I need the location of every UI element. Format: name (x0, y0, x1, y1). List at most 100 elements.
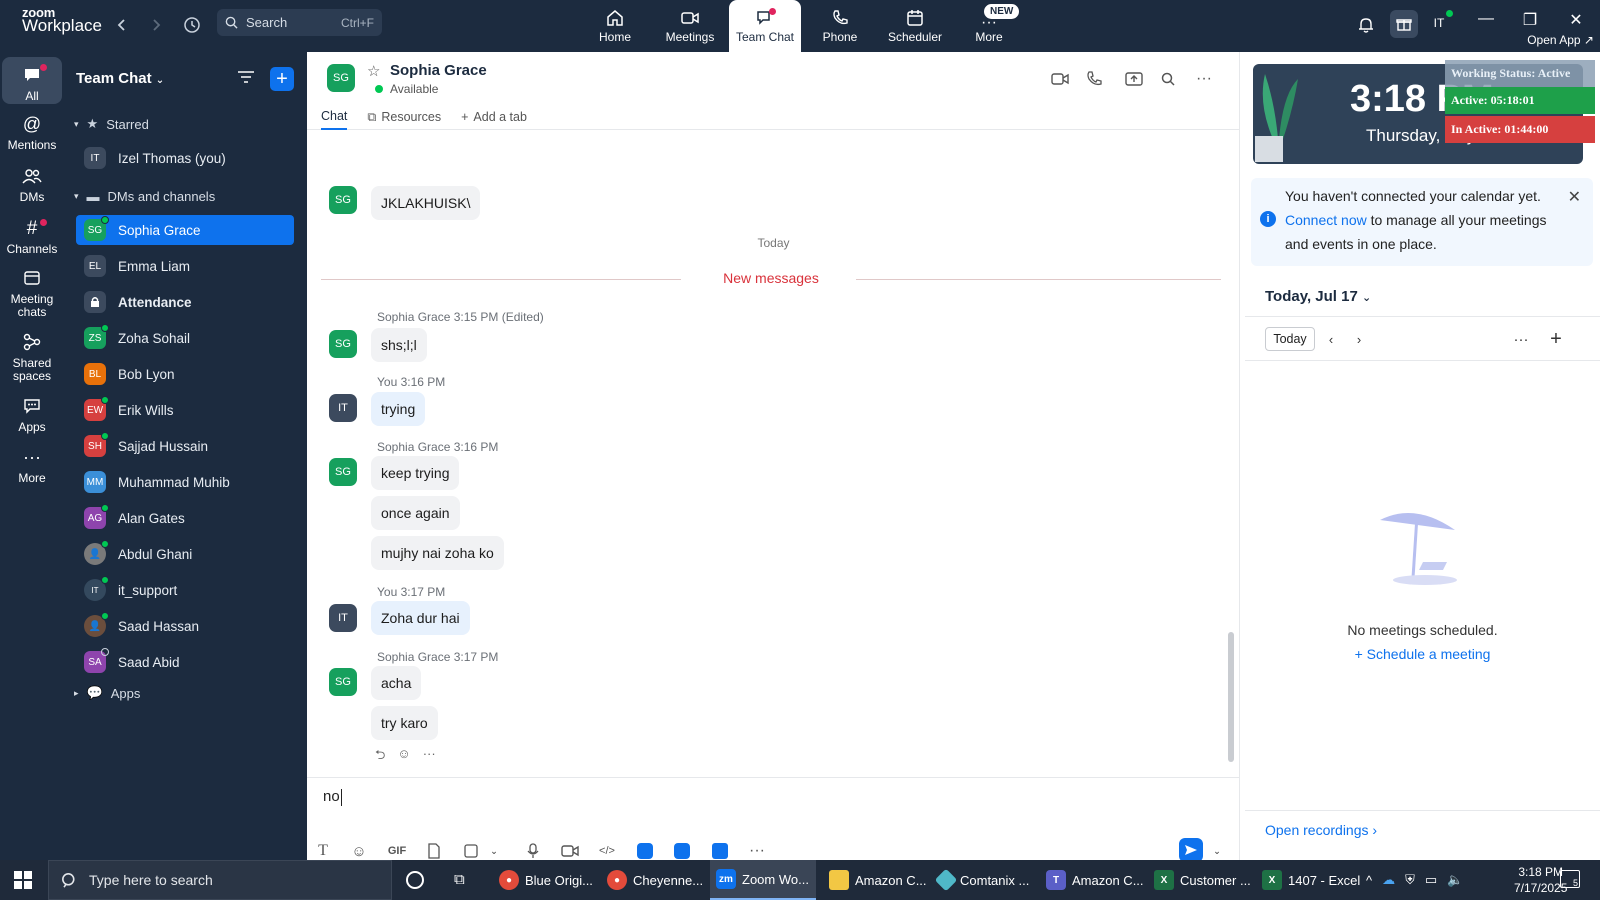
add-event-icon[interactable]: + (1545, 327, 1567, 351)
sidebar-item-saad-hassan[interactable]: 👤 Saad Hassan (76, 611, 294, 641)
open-app-button[interactable]: Open App ↗ (1445, 28, 1600, 52)
volume-icon[interactable]: 🔈 (1447, 872, 1463, 888)
new-chat-button[interactable]: + (270, 67, 294, 91)
sidebar-item-izel-thomas[interactable]: IT Izel Thomas (you) (76, 143, 294, 173)
avatar[interactable]: IT (329, 394, 357, 422)
emoji-icon[interactable]: ☺ (348, 840, 370, 862)
code-snippet-icon[interactable]: </> (596, 840, 618, 862)
search-input[interactable]: Search Ctrl+F (217, 9, 382, 36)
more-tools-icon[interactable]: ··· (746, 840, 768, 862)
nav-home[interactable]: Home (579, 0, 651, 52)
tab-add[interactable]: + Add a tab (461, 104, 527, 130)
chevron-down-icon[interactable]: ⌄ (483, 840, 505, 862)
sidebar-item-abdul-ghani[interactable]: 👤 Abdul Ghani (76, 539, 294, 569)
nav-team-chat[interactable]: Team Chat (729, 0, 801, 52)
tab-chat[interactable]: Chat (321, 104, 348, 130)
video-call-icon[interactable] (1049, 68, 1071, 90)
screenshot-icon[interactable] (460, 840, 482, 862)
message-bubble[interactable]: acha (371, 666, 422, 700)
nav-phone[interactable]: Phone (804, 0, 876, 52)
reply-icon[interactable]: ⮌ (375, 746, 385, 768)
notifications-icon[interactable]: 5 (1560, 870, 1580, 888)
schedule-meeting-link[interactable]: + Schedule a meeting (1245, 646, 1600, 662)
rail-mentions[interactable]: @ Mentions (2, 112, 62, 152)
send-options-chevron-icon[interactable]: ⌄ (1206, 840, 1228, 862)
message-bubble[interactable]: keep trying (371, 456, 460, 490)
nav-scheduler[interactable]: Scheduler (879, 0, 951, 52)
taskbar-app-chrome-1[interactable]: ● Blue Origi... (493, 860, 599, 900)
close-icon[interactable]: ✕ (1568, 186, 1581, 210)
video-message-icon[interactable] (559, 840, 581, 862)
prev-day-icon[interactable]: ‹ (1320, 327, 1342, 351)
star-icon[interactable]: ☆ (367, 62, 380, 80)
avatar[interactable]: SG (329, 458, 357, 486)
avatar[interactable]: IT (329, 604, 357, 632)
sidebar-item-muhammad-muhib[interactable]: MM Muhammad Muhib (76, 467, 294, 497)
microphone-icon[interactable] (522, 840, 544, 862)
app-chat-icon[interactable] (634, 840, 656, 862)
open-recordings-link[interactable]: Open recordings › (1265, 822, 1377, 838)
share-screen-icon[interactable] (1123, 68, 1145, 90)
sidebar-item-attendance[interactable]: Attendance (76, 287, 294, 317)
dms-section[interactable]: ▾ ▬ DMs and channels (74, 189, 215, 204)
search-icon[interactable] (1157, 68, 1179, 90)
rail-channels[interactable]: # Channels (2, 216, 62, 256)
task-view-icon[interactable]: ⧉ (454, 871, 465, 888)
bell-icon[interactable] (1354, 13, 1378, 37)
onedrive-icon[interactable]: ☁ (1382, 872, 1395, 888)
taskbar-search-input[interactable]: Type here to search (48, 860, 392, 900)
message-bubble[interactable]: shs;l;l (371, 328, 427, 362)
more-options-icon[interactable]: ··· (1193, 68, 1215, 90)
message-bubble[interactable]: try karo (371, 706, 438, 740)
avatar[interactable]: SG (329, 186, 357, 214)
rail-more[interactable]: ··· More (2, 445, 62, 485)
connect-now-link[interactable]: Connect now (1285, 212, 1367, 228)
day-heading[interactable]: Today, Jul 17 ⌄ (1265, 288, 1371, 305)
taskbar-app-chrome-2[interactable]: ● Cheyenne... (601, 860, 709, 900)
network-icon[interactable]: ▭ (1425, 872, 1437, 888)
sidebar-item-emma-liam[interactable]: EL Emma Liam (76, 251, 294, 281)
cortana-icon[interactable] (406, 871, 424, 889)
starred-section[interactable]: ▾ ★ Starred (74, 116, 149, 132)
phone-call-icon[interactable] (1083, 68, 1105, 90)
rail-all[interactable]: All (2, 57, 62, 104)
sidebar-item-erik-wills[interactable]: EW Erik Wills (76, 395, 294, 425)
rail-meeting-chats[interactable]: Meeting chats (2, 266, 62, 319)
message-input[interactable]: no (323, 788, 342, 806)
contact-avatar[interactable]: SG (327, 64, 355, 92)
emoji-reaction-icon[interactable]: ☺ (397, 746, 410, 768)
nav-meetings[interactable]: Meetings (654, 0, 726, 52)
taskbar-app-zoom[interactable]: zm Zoom Wo... (710, 860, 816, 900)
rail-apps[interactable]: Apps (2, 394, 62, 434)
file-icon[interactable] (423, 840, 445, 862)
sidebar-item-sophia-grace[interactable]: SG Sophia Grace (76, 215, 294, 245)
apps-section[interactable]: ▸ 💬 Apps (74, 685, 140, 701)
message-composer[interactable]: no T ☺ GIF ⌄ </> ··· ⌄ (307, 777, 1240, 862)
send-button[interactable] (1179, 838, 1203, 862)
sidebar-item-zoha-sohail[interactable]: ZS Zoha Sohail (76, 323, 294, 353)
taskbar-app-comtanix[interactable]: Comtanix ... (932, 860, 1035, 900)
sidebar-item-bob-lyon[interactable]: BL Bob Lyon (76, 359, 294, 389)
history-icon[interactable] (180, 13, 204, 37)
avatar[interactable]: SG (329, 330, 357, 358)
message-bubble[interactable]: once again (371, 496, 460, 530)
next-day-icon[interactable]: › (1348, 327, 1370, 351)
sidebar-item-saad-abid[interactable]: SA Saad Abid (76, 647, 294, 677)
message-bubble[interactable]: Zoha dur hai (371, 601, 470, 635)
rail-dms[interactable]: DMs (2, 164, 62, 204)
message-bubble[interactable]: mujhy nai zoha ko (371, 536, 504, 570)
team-chat-heading[interactable]: Team Chat ⌄ (76, 70, 164, 87)
sidebar-item-it-support[interactable]: IT it_support (76, 575, 294, 605)
security-icon[interactable]: ⛨ (1405, 872, 1415, 888)
message-bubble[interactable]: trying (371, 392, 426, 426)
forward-arrow-icon[interactable] (144, 13, 168, 37)
more-actions-icon[interactable]: ··· (423, 746, 436, 768)
contact-name[interactable]: Sophia Grace (390, 62, 487, 79)
avatar[interactable]: SG (329, 668, 357, 696)
sidebar-item-alan-gates[interactable]: AG Alan Gates (76, 503, 294, 533)
tray-expand-icon[interactable]: ^ (1366, 873, 1372, 888)
taskbar-app-folder[interactable]: Amazon C... (823, 860, 933, 900)
more-options-icon[interactable]: ··· (1510, 327, 1532, 351)
gif-button[interactable]: GIF (386, 840, 408, 862)
back-arrow-icon[interactable] (110, 13, 134, 37)
